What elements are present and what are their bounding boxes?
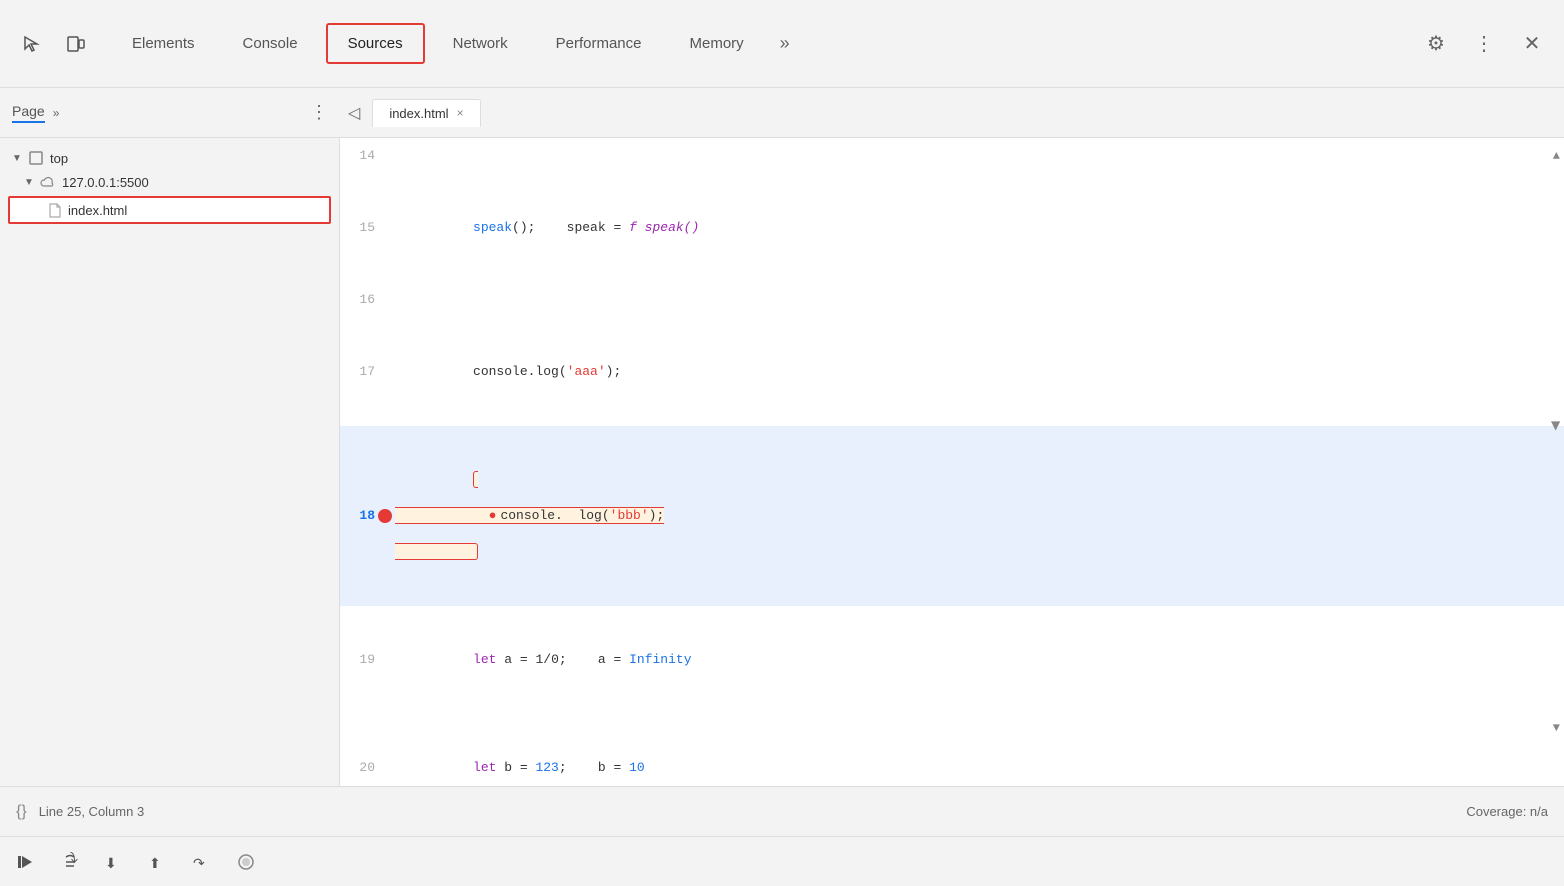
frame-icon (28, 150, 44, 166)
tree-label-index-html: index.html (68, 203, 127, 218)
step-out-button[interactable]: ⬆ (144, 848, 172, 876)
tab-sources[interactable]: Sources (326, 23, 425, 64)
editor-tab-bar: ◁ index.html × (340, 88, 1564, 138)
page-tab-chevron[interactable]: » (53, 106, 60, 120)
code-line-17: 17 console.log('aaa'); (340, 318, 1564, 426)
tree-arrow-top: ▼ (12, 153, 22, 164)
tree-label-server: 127.0.0.1:5500 (62, 175, 149, 190)
tab-elements[interactable]: Elements (108, 0, 219, 87)
close-devtools-icon[interactable]: ✕ (1516, 28, 1548, 60)
sidebar-item-top[interactable]: ▼ top (0, 146, 339, 170)
inspect-icon[interactable] (16, 28, 48, 60)
svg-text:↷: ↷ (193, 855, 205, 871)
header-right: ⚙ ⋮ ✕ (1420, 28, 1556, 60)
step-over-button[interactable]: ⤵ (56, 848, 84, 876)
tree-arrow-server: ▼ (24, 177, 34, 188)
devtools-header: Elements Console Sources Network Perform… (0, 0, 1564, 88)
tab-memory[interactable]: Memory (666, 0, 768, 87)
scroll-right-arrow[interactable]: ▶ (1537, 421, 1564, 430)
cursor-position: Line 25, Column 3 (39, 804, 145, 819)
code-line-16: 16 (340, 282, 1564, 318)
svg-text:⬆: ⬆ (149, 855, 161, 871)
sidebar: ▼ top ▼ 127.0.0.1:5500 (0, 138, 340, 786)
page-tab-label[interactable]: Page (12, 103, 45, 123)
back-navigation-icon[interactable]: ◁ (348, 103, 360, 123)
sidebar-item-server[interactable]: ▼ 127.0.0.1:5500 (0, 170, 339, 194)
tab-console[interactable]: Console (219, 0, 322, 87)
coverage-status: Coverage: n/a (1466, 804, 1548, 819)
cloud-icon (40, 174, 56, 190)
code-line-20: 20 let b = 123; b = 10 (340, 714, 1564, 786)
sub-header: Page » ⋮ ◁ index.html × (0, 88, 1564, 138)
more-tabs-icon[interactable]: » (768, 33, 802, 54)
code-line-14: 14 (340, 138, 1564, 174)
resume-button[interactable] (12, 848, 40, 876)
editor-tab-index-html[interactable]: index.html × (372, 99, 480, 127)
sidebar-tree: ▼ top ▼ 127.0.0.1:5500 (0, 138, 339, 786)
svg-text:⬇: ⬇ (105, 855, 117, 871)
code-line-15: 15 speak(); speak = f speak() (340, 174, 1564, 282)
tab-performance[interactable]: Performance (532, 0, 666, 87)
sidebar-item-index-html[interactable]: index.html (8, 196, 331, 224)
bottom-toolbar: ⤵ ⬇ ⬆ ↷ (0, 836, 1564, 886)
status-bar: {} Line 25, Column 3 Coverage: n/a (0, 786, 1564, 836)
scroll-down-arrow[interactable]: ▼ (1553, 710, 1560, 746)
scroll-up-arrow[interactable]: ▲ (1553, 138, 1560, 174)
step-into-button[interactable]: ⬇ (100, 848, 128, 876)
code-container[interactable]: ▲ ▼ ▶ 14 15 speak(); speak = f speak() 1… (340, 138, 1564, 786)
gear-icon[interactable]: ⚙ (1420, 28, 1452, 60)
tree-label-top: top (50, 151, 68, 166)
devtools-icon-group (8, 28, 108, 60)
sidebar-header: Page » ⋮ (0, 88, 340, 138)
editor-area: ▲ ▼ ▶ 14 15 speak(); speak = f speak() 1… (340, 138, 1564, 786)
file-icon (46, 202, 62, 218)
deactivate-breakpoints-button[interactable] (232, 848, 260, 876)
tab-list: Elements Console Sources Network Perform… (108, 0, 1420, 87)
more-options-icon[interactable]: ⋮ (1468, 28, 1500, 60)
tab-network[interactable]: Network (429, 0, 532, 87)
sidebar-options-icon[interactable]: ⋮ (310, 102, 328, 123)
svg-text:⤵: ⤵ (64, 852, 78, 865)
code-line-19: 19 let a = 1/0; a = Infinity (340, 606, 1564, 714)
editor-tab-label: index.html (389, 106, 448, 121)
code-line-18: 18 ●console. log('bbb'); (340, 426, 1564, 606)
step-button[interactable]: ↷ (188, 848, 216, 876)
device-icon[interactable] (60, 28, 92, 60)
main-layout: ▼ top ▼ 127.0.0.1:5500 (0, 138, 1564, 786)
format-icon[interactable]: {} (16, 803, 27, 821)
editor-tab-close-icon[interactable]: × (457, 106, 464, 120)
breakpoint-18[interactable] (378, 509, 392, 523)
